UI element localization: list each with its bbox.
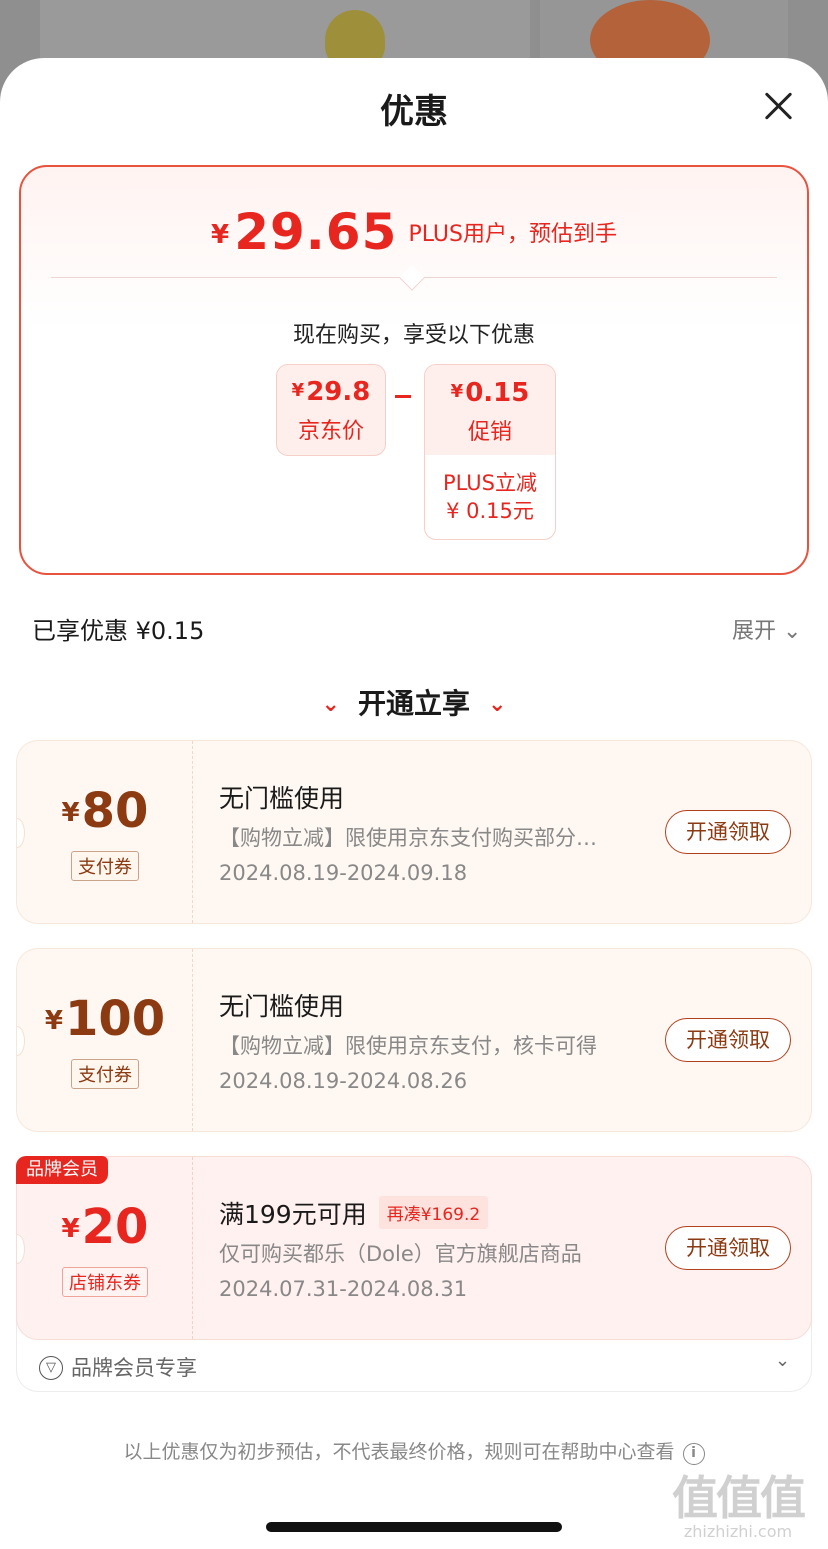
coupon-title: 无门槛使用: [219, 992, 345, 1021]
divider-notch: [399, 265, 425, 291]
coupon-title: 满199元可用 再凑¥169.2: [219, 1195, 489, 1231]
final-price-currency: ¥: [211, 220, 230, 250]
coupon-value: ¥80: [17, 783, 193, 839]
disclaimer: 以上优惠仅为初步预估，不代表最终价格，规则可在帮助中心查看 i: [0, 1437, 828, 1465]
home-indicator[interactable]: [266, 1522, 562, 1532]
coupon-desc: 仅可购买都乐（Dole）官方旗舰店商品: [219, 1242, 582, 1266]
coupon-card: ¥100 支付券 无门槛使用 【购物立减】限使用京东支付，核卡可得 2024.0…: [16, 948, 812, 1132]
promo-label: 促销: [467, 420, 512, 445]
open-claim-button[interactable]: 开通领取: [665, 810, 791, 854]
final-price-note: PLUS用户，预估到手: [408, 222, 617, 247]
coupon-card: ¥20 店铺东券 满199元可用 再凑¥169.2 仅可购买都乐（Dole）官方旗…: [16, 1156, 812, 1340]
chevron-down-icon: ⌄: [775, 1350, 791, 1371]
plus-discount-label: PLUS立减: [442, 471, 538, 495]
section-title-text: 开通立享: [357, 687, 470, 720]
open-claim-button[interactable]: 开通领取: [665, 1226, 791, 1270]
enjoyed-discount: 已享优惠 ¥0.15: [32, 617, 205, 645]
open-claim-button[interactable]: 开通领取: [665, 1018, 791, 1062]
jd-price-currency: ¥: [291, 380, 305, 401]
coupon-amount: 20: [81, 1199, 149, 1255]
coupon-value: ¥100: [17, 991, 193, 1047]
brand-member-ribbon: 品牌会员: [16, 1156, 108, 1184]
coupon-tag: 店铺东券: [62, 1267, 148, 1297]
coupon-currency: ¥: [61, 798, 80, 828]
jd-price-amount: 29.8: [306, 377, 371, 407]
watermark-logo: 值值值: [672, 1471, 806, 1525]
coupon-currency: ¥: [61, 1214, 80, 1244]
watermark-url: zhizhizhi.com: [683, 1522, 793, 1541]
chevron-down-icon: ⌄: [488, 692, 507, 717]
chevron-down-icon: ⌄: [321, 692, 340, 717]
disclaimer-text: 以上优惠仅为初步预估，不代表最终价格，规则可在帮助中心查看: [123, 1441, 675, 1463]
coupon-tag: 支付券: [71, 1059, 139, 1089]
brand-member-icon: ▽: [39, 1356, 63, 1380]
coupon-title: 无门槛使用: [219, 784, 345, 813]
coupon-date: 2024.08.19-2024.08.26: [219, 1069, 468, 1093]
coupon-date: 2024.07.31-2024.08.31: [219, 1277, 468, 1301]
minus-sign: [395, 395, 411, 398]
coupon-date: 2024.08.19-2024.09.18: [219, 861, 468, 885]
coupon-card: ¥80 支付券 无门槛使用 【购物立减】限使用京东支付购买部分… 2024.08…: [16, 740, 812, 924]
need-more-badge: 再凑¥169.2: [378, 1196, 489, 1229]
jd-price-label: 京东价: [297, 419, 364, 444]
coupon-title-text: 满199元可用: [219, 1200, 367, 1229]
expand-button[interactable]: 展开 ⌄: [732, 613, 801, 645]
final-price: ¥ 29.65 PLUS用户，预估到手: [21, 203, 807, 261]
coupon-desc: 【购物立减】限使用京东支付购买部分…: [219, 826, 597, 850]
sheet-title: 优惠: [380, 92, 448, 132]
brand-member-label: 品牌会员专享: [71, 1356, 197, 1380]
coupon-amount: 100: [64, 991, 166, 1047]
price-summary-card: ¥ 29.65 PLUS用户，预估到手 现在购买，享受以下优惠 ¥29.8 京东…: [19, 165, 809, 575]
jd-price-box: ¥29.8 京东价: [276, 364, 386, 456]
buy-now-text: 现在购买，享受以下优惠: [292, 323, 535, 348]
coupon-desc: 【购物立减】限使用京东支付，核卡可得: [219, 1034, 597, 1058]
coupon-currency: ¥: [44, 1006, 63, 1036]
promo-amount: 0.15: [465, 378, 530, 408]
expand-label: 展开: [732, 619, 777, 644]
coupon-amount: 80: [81, 783, 149, 839]
close-icon[interactable]: [762, 90, 794, 122]
coupon-value: ¥20: [17, 1199, 193, 1255]
site-watermark: 值值值 zhizhizhi.com: [672, 1462, 806, 1541]
final-price-amount: 29.65: [234, 203, 398, 261]
promo-currency: ¥: [450, 381, 464, 402]
coupon-tag: 支付券: [71, 851, 139, 881]
chevron-down-icon: ⌄: [776, 619, 802, 644]
promo-box: ¥0.15 促销 PLUS立减 ¥ 0.15元: [424, 364, 556, 540]
section-title: ⌄ 开通立享 ⌄: [0, 682, 828, 722]
plus-discount-amount: ¥ 0.15元: [446, 499, 534, 523]
